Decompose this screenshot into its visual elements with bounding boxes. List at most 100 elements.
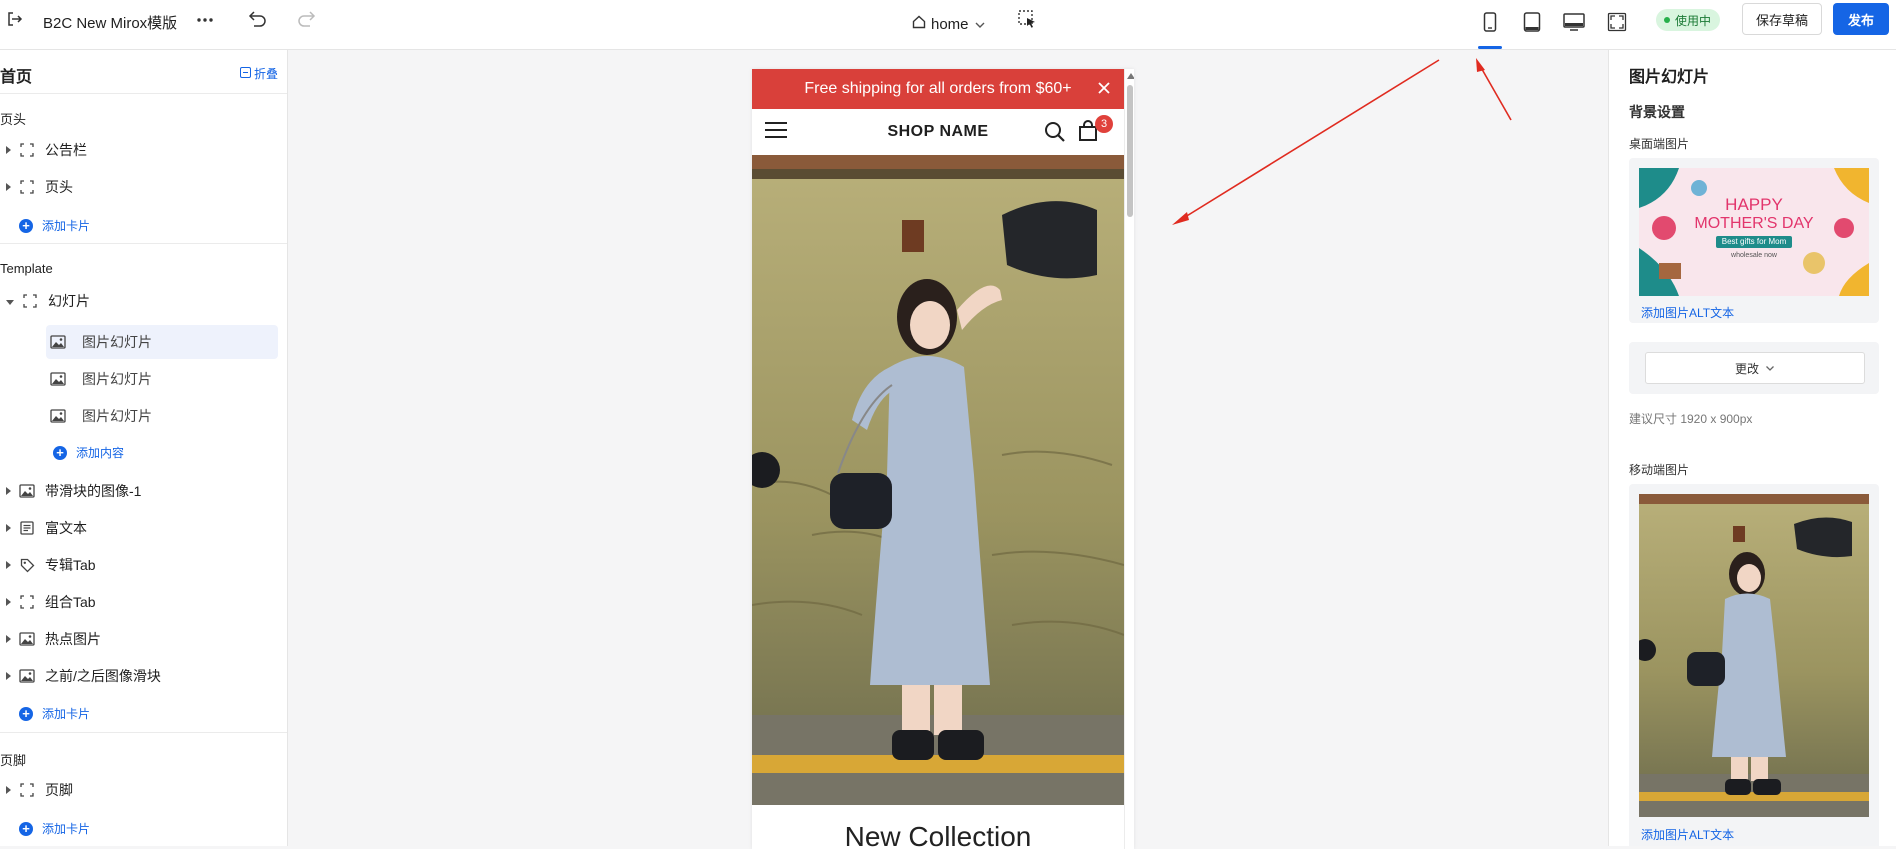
tree-item-label: 带滑块的图像-1: [45, 483, 142, 499]
add-card-footer-button[interactable]: + 添加卡片: [19, 820, 90, 837]
section-icon: [19, 782, 35, 798]
tag-icon: [19, 557, 35, 573]
tree-child-label: 图片幻灯片: [82, 334, 152, 350]
section-tree-panel: 首页 折叠 页头 公告栏 页头 + 添加卡片 Template 幻灯片 图片幻灯…: [0, 50, 288, 846]
save-draft-button[interactable]: 保存草稿: [1742, 3, 1822, 35]
tree-item-before-after-slider[interactable]: 之前/之后图像滑块: [0, 660, 287, 692]
caret-right-icon[interactable]: [6, 524, 11, 532]
change-image-button[interactable]: 更改: [1645, 352, 1865, 384]
tree-item-label: 专辑Tab: [45, 557, 96, 573]
caret-right-icon[interactable]: [6, 786, 11, 794]
exit-icon[interactable]: [2, 6, 28, 32]
undo-icon[interactable]: [245, 6, 271, 32]
template-section-label: Template: [0, 261, 53, 276]
add-card-label: 添加卡片: [42, 822, 91, 836]
tree-item-announcement[interactable]: 公告栏: [0, 134, 287, 166]
plus-icon: +: [19, 218, 33, 233]
annotation-arrows: [1172, 58, 1512, 225]
tree-item-combo-tab[interactable]: 组合Tab: [0, 586, 287, 618]
add-card-label: 添加卡片: [42, 219, 91, 233]
mobile-alt-text-link[interactable]: 添加图片ALT文本: [1641, 826, 1734, 843]
header-section-label: 页头: [0, 112, 27, 127]
collapse-icon: [239, 66, 251, 81]
add-card-header-button[interactable]: + 添加卡片: [19, 217, 90, 234]
status-badge: 使用中: [1656, 9, 1721, 31]
add-card-template-button[interactable]: + 添加卡片: [19, 705, 90, 722]
plus-icon: +: [19, 821, 33, 836]
tree-item-hotspot-image[interactable]: 热点图片: [0, 623, 287, 655]
image-icon: [19, 668, 35, 684]
tablet-icon[interactable]: [1517, 7, 1547, 37]
tree-item-footer[interactable]: 页脚: [0, 774, 287, 806]
status-dot-icon: [1664, 17, 1670, 23]
active-device-indicator: [1478, 46, 1502, 49]
section-icon: [19, 179, 35, 195]
tree-child-image-slide-1[interactable]: 图片幻灯片: [46, 325, 278, 359]
section-icon: [19, 594, 35, 610]
mobile-image-label: 移动端图片: [1629, 463, 1690, 477]
chevron-down-icon: [1765, 361, 1775, 375]
desktop-alt-text-link[interactable]: 添加图片ALT文本: [1641, 304, 1734, 321]
caret-right-icon[interactable]: [6, 598, 11, 606]
tree-item-image-slider[interactable]: 带滑块的图像-1: [0, 475, 287, 507]
tree-item-slideshow[interactable]: 幻灯片: [0, 285, 287, 317]
bg-settings-heading: 背景设置: [1629, 104, 1685, 120]
tree-item-label: 富文本: [45, 520, 87, 536]
add-content-button[interactable]: + 添加内容: [53, 444, 124, 461]
chevron-down-icon: [974, 16, 986, 33]
page-selector[interactable]: home: [912, 10, 986, 38]
tree-item-label: 页头: [45, 179, 73, 195]
mobile-image-preview[interactable]: [1639, 494, 1869, 817]
redo-icon[interactable]: [293, 6, 319, 32]
home-icon: [912, 15, 926, 33]
caret-right-icon[interactable]: [6, 183, 11, 191]
change-card: 更改: [1629, 342, 1879, 394]
caret-right-icon[interactable]: [6, 672, 11, 680]
desktop-icon[interactable]: [1559, 7, 1589, 37]
tree-item-header[interactable]: 页头: [0, 171, 287, 203]
tree-item-rich-text[interactable]: 富文本: [0, 512, 287, 544]
image-icon: [50, 371, 66, 387]
tree-item-label: 公告栏: [45, 142, 87, 158]
size-hint: 建议尺寸 1920 x 900px: [1629, 412, 1753, 426]
tree-child-image-slide-2[interactable]: 图片幻灯片: [46, 362, 278, 396]
tree-item-label: 组合Tab: [45, 594, 96, 610]
page-title: 首页: [0, 69, 33, 86]
plus-icon: +: [53, 445, 67, 460]
caret-right-icon[interactable]: [6, 561, 11, 569]
tree-item-label: 热点图片: [45, 631, 101, 647]
desktop-image-preview[interactable]: HAPPY MOTHER'S DAY Best gifts for Mom wh…: [1639, 168, 1869, 296]
top-bar: B2C New Mirox模版 home 使用中 保存草稿 发布: [0, 0, 1896, 50]
caret-down-icon[interactable]: [6, 299, 14, 305]
change-label: 更改: [1734, 361, 1759, 376]
banner-text-happy: HAPPY: [1725, 195, 1783, 214]
desktop-image-card: HAPPY MOTHER'S DAY Best gifts for Mom wh…: [1629, 158, 1879, 323]
image-icon: [50, 334, 66, 350]
mobile-icon[interactable]: [1475, 7, 1505, 37]
mobile-image-card: 添加图片ALT文本: [1629, 484, 1879, 846]
publish-button[interactable]: 发布: [1833, 3, 1889, 35]
text-icon: [19, 520, 35, 536]
image-icon: [19, 631, 35, 647]
select-element-icon[interactable]: [1014, 6, 1040, 32]
caret-right-icon[interactable]: [6, 146, 11, 154]
fullscreen-icon[interactable]: [1602, 7, 1632, 37]
preview-canvas: Free shipping for all orders from $60+ S…: [289, 50, 1608, 849]
banner-text-mothers-day: MOTHER'S DAY: [1694, 215, 1814, 232]
app-title: B2C New Mirox模版: [43, 15, 178, 32]
image-icon: [50, 408, 66, 424]
add-card-label: 添加卡片: [42, 707, 91, 721]
footer-section-label: 页脚: [0, 753, 27, 768]
banner-text-gifts: Best gifts for Mom: [1716, 236, 1792, 248]
caret-right-icon[interactable]: [6, 635, 11, 643]
status-text: 使用中: [1675, 13, 1712, 28]
more-icon[interactable]: [192, 7, 218, 33]
tree-item-label: 幻灯片: [48, 293, 90, 309]
tree-item-album-tab[interactable]: 专辑Tab: [0, 549, 287, 581]
tree-child-label: 图片幻灯片: [82, 371, 152, 387]
fold-button[interactable]: 折叠: [239, 65, 278, 82]
tree-child-label: 图片幻灯片: [82, 408, 152, 424]
tree-child-image-slide-3[interactable]: 图片幻灯片: [46, 399, 278, 433]
caret-right-icon[interactable]: [6, 487, 11, 495]
settings-panel: 图片幻灯片 背景设置 桌面端图片 HAPPY MOTHER'S DAY Best…: [1608, 50, 1896, 846]
